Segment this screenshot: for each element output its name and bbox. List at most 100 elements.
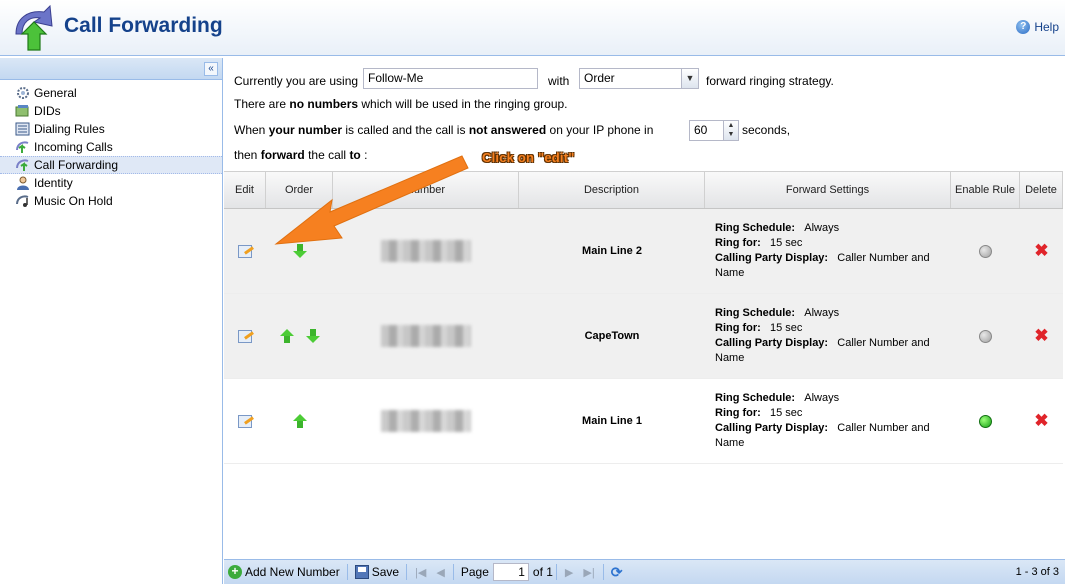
sidebar-item-music-on-hold[interactable]: Music On Hold <box>0 192 222 210</box>
page-count-label: of 1 <box>532 565 553 579</box>
enable-rule-toggle[interactable] <box>979 244 992 258</box>
save-icon <box>354 565 369 579</box>
help-button[interactable]: ? Help <box>1016 20 1059 34</box>
refresh-icon[interactable]: ⟳ <box>607 564 627 581</box>
sidebar-item-call-forwarding[interactable]: Call Forwarding <box>0 156 222 174</box>
order-value: Order <box>584 71 615 85</box>
column-header-edit[interactable]: Edit <box>224 172 266 208</box>
toolbar-divider <box>555 564 557 580</box>
strategy-prefix: Currently you are using <box>234 74 359 88</box>
order-select[interactable]: Order ▼ <box>579 68 699 89</box>
strategy-value: Follow-Me <box>368 71 424 85</box>
sidebar-item-label: Call Forwarding <box>34 158 119 172</box>
timeout-emphasis: not answered <box>468 123 547 137</box>
sidebar-item-label: General <box>34 86 77 100</box>
move-down-icon[interactable] <box>292 244 307 258</box>
column-header-delete[interactable]: Delete <box>1020 172 1063 208</box>
ring-schedule-label: Ring Schedule: <box>715 392 796 404</box>
calling-party-display-label: Calling Party Display: <box>715 252 829 264</box>
sidebar-header: « <box>0 58 222 80</box>
calling-party-display-label: Calling Party Display: <box>715 337 829 349</box>
sidebar-nav: General DIDs Dialing Rules Incoming Call… <box>0 80 222 210</box>
timeout-text: on your IP phone in <box>549 123 654 137</box>
sidebar-item-label: Incoming Calls <box>34 140 113 154</box>
toolbar-divider <box>602 564 604 580</box>
move-up-icon[interactable] <box>279 329 294 343</box>
forward-text: the call <box>308 148 347 162</box>
column-header-order[interactable]: Order <box>266 172 333 208</box>
previous-page-icon[interactable]: ◀ <box>431 566 449 579</box>
edit-icon[interactable] <box>238 414 252 428</box>
forward-settings: Ring Schedule: Always Ring for: 15 sec C… <box>705 209 951 293</box>
delete-icon[interactable]: ✖ <box>1034 241 1048 261</box>
row-description: CapeTown <box>584 330 640 342</box>
ring-for-value: 15 sec <box>770 407 803 419</box>
column-header-enable-rule[interactable]: Enable Rule <box>951 172 1020 208</box>
column-header-description[interactable]: Description <box>519 172 705 208</box>
dialing-rules-icon <box>15 122 30 136</box>
record-range: 1 - 3 of 3 <box>1015 566 1059 578</box>
delete-icon[interactable]: ✖ <box>1034 411 1048 431</box>
timeout-sentence: When your number is called and the call … <box>234 123 653 137</box>
grid-header: Edit Order Number Description Forward Se… <box>224 172 1063 209</box>
help-icon: ? <box>1016 20 1031 34</box>
edit-icon[interactable] <box>238 329 252 343</box>
column-header-forward-settings[interactable]: Forward Settings <box>705 172 951 208</box>
seconds-spinner[interactable]: 60 ▲ ▼ <box>689 120 739 141</box>
sidebar-item-dialing-rules[interactable]: Dialing Rules <box>0 120 222 138</box>
page-title: Call Forwarding <box>64 14 223 37</box>
table-row[interactable]: CapeTown Ring Schedule: Always Ring for:… <box>224 294 1063 379</box>
timeout-text: When <box>234 123 266 137</box>
ring-schedule-label: Ring Schedule: <box>715 307 796 319</box>
ring-schedule-value: Always <box>804 307 840 319</box>
move-up-icon[interactable] <box>292 414 307 428</box>
delete-icon[interactable]: ✖ <box>1034 326 1048 346</box>
spinner-arrows-icon[interactable]: ▲ ▼ <box>723 121 738 140</box>
column-header-number[interactable]: Number <box>333 172 519 208</box>
info-text: There are <box>234 97 287 111</box>
table-row[interactable]: Main Line 2 Ring Schedule: Always Ring f… <box>224 209 1063 294</box>
incoming-calls-icon <box>16 141 29 153</box>
sidebar-item-general[interactable]: General <box>0 84 222 102</box>
table-row[interactable]: Main Line 1 Ring Schedule: Always Ring f… <box>224 379 1063 464</box>
edit-icon[interactable] <box>238 244 252 258</box>
add-new-number-button[interactable]: + Add New Number <box>224 565 344 579</box>
strategy-suffix: forward ringing strategy. <box>706 74 834 88</box>
annotation-callout: Click on "edit" <box>482 150 575 165</box>
forward-sentence: then forward the call to : <box>234 148 367 162</box>
last-page-icon[interactable]: ▶| <box>578 566 599 579</box>
strategy-field[interactable]: Follow-Me <box>363 68 538 89</box>
ring-for-value: 15 sec <box>770 322 803 334</box>
forward-emphasis: to <box>349 148 361 162</box>
next-page-icon[interactable]: ▶ <box>560 566 578 579</box>
info-text: which will be used in the ringing group. <box>361 97 568 111</box>
sidebar-item-identity[interactable]: Identity <box>0 174 222 192</box>
enable-rule-toggle[interactable] <box>979 329 992 343</box>
enable-rule-toggle[interactable] <box>979 414 992 428</box>
sidebar-item-dids[interactable]: DIDs <box>0 102 222 120</box>
ring-for-label: Ring for: <box>715 407 761 419</box>
bottom-toolbar: + Add New Number Save |◀ ◀ Page of 1 ▶ ▶… <box>224 559 1065 584</box>
chevron-down-icon[interactable]: ▼ <box>681 69 698 88</box>
sidebar-item-incoming-calls[interactable]: Incoming Calls <box>0 138 222 156</box>
save-button-label: Save <box>371 565 400 579</box>
music-on-hold-icon <box>16 195 29 207</box>
save-button[interactable]: Save <box>351 565 403 579</box>
toolbar-divider <box>452 564 454 580</box>
redacted-number <box>381 410 471 432</box>
ring-for-value: 15 sec <box>770 237 803 249</box>
ringing-group-info: There are no numbers which will be used … <box>234 97 568 111</box>
order-controls <box>266 379 333 463</box>
forward-text: then <box>234 148 258 162</box>
order-controls <box>266 209 333 293</box>
app-header: Call Forwarding ? Help <box>0 0 1065 56</box>
forward-settings: Ring Schedule: Always Ring for: 15 sec C… <box>705 294 951 378</box>
ring-for-label: Ring for: <box>715 322 761 334</box>
page-number-input[interactable] <box>492 563 529 581</box>
move-down-icon[interactable] <box>305 329 320 343</box>
help-label: Help <box>1034 20 1059 34</box>
first-page-icon[interactable]: |◀ <box>410 566 431 579</box>
ring-schedule-label: Ring Schedule: <box>715 222 796 234</box>
identity-icon <box>17 176 29 190</box>
collapse-sidebar-button[interactable]: « <box>204 62 218 76</box>
